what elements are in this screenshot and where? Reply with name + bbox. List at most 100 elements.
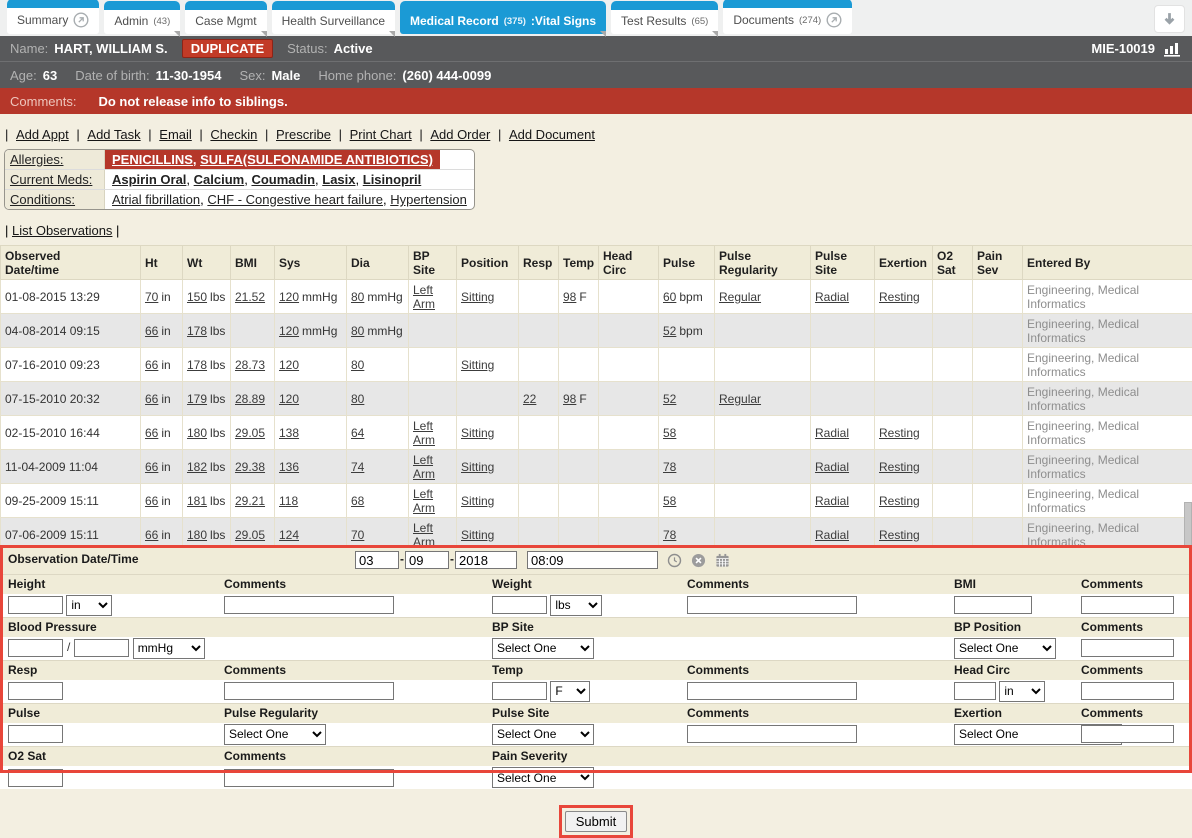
- position-link[interactable]: Sitting: [461, 358, 494, 372]
- temp-link[interactable]: 98: [563, 392, 576, 406]
- date-month-input[interactable]: [355, 551, 399, 569]
- bmi-link[interactable]: 29.05: [235, 528, 265, 542]
- resp-link[interactable]: 22: [523, 392, 536, 406]
- tab-test-results[interactable]: Test Results(65): [611, 1, 718, 34]
- comments-input[interactable]: [687, 682, 857, 700]
- comments-input[interactable]: [224, 682, 394, 700]
- ht-link[interactable]: 70: [145, 290, 158, 304]
- sys-link[interactable]: 120: [279, 324, 299, 338]
- wt-link[interactable]: 180: [187, 528, 207, 542]
- conditions-item[interactable]: Atrial fibrillation: [112, 192, 200, 207]
- dia-link[interactable]: 80: [351, 358, 364, 372]
- wt-link[interactable]: 181: [187, 494, 207, 508]
- wt-link[interactable]: 182: [187, 460, 207, 474]
- current-meds-item[interactable]: Aspirin Oral: [112, 172, 186, 187]
- dia-link[interactable]: 80: [351, 324, 364, 338]
- clock-icon[interactable]: [667, 553, 682, 568]
- exertion-link[interactable]: Resting: [879, 426, 920, 440]
- table-scrollbar[interactable]: [1184, 502, 1192, 547]
- dia-link[interactable]: 64: [351, 426, 364, 440]
- current-meds-item[interactable]: Lasix: [322, 172, 355, 187]
- pulse-link[interactable]: 78: [663, 528, 676, 542]
- height-unit-select[interactable]: in: [66, 595, 112, 616]
- pulse_site-link[interactable]: Radial: [815, 494, 849, 508]
- link-add-document[interactable]: Add Document: [509, 127, 595, 142]
- dia-link[interactable]: 80: [351, 290, 364, 304]
- pulse-link[interactable]: 60: [663, 290, 676, 304]
- bp_site-link[interactable]: Left Arm: [413, 453, 435, 481]
- wt-link[interactable]: 178: [187, 358, 207, 372]
- weight-input[interactable]: [492, 596, 547, 614]
- temp-unit-select[interactable]: F: [550, 681, 590, 702]
- tab-medical-record[interactable]: Medical Record(375):Vital Signs: [400, 1, 606, 34]
- ht-link[interactable]: 66: [145, 460, 158, 474]
- date-year-input[interactable]: [455, 551, 517, 569]
- wt-link[interactable]: 150: [187, 290, 207, 304]
- pulse-input[interactable]: [8, 725, 63, 743]
- position-link[interactable]: Sitting: [461, 426, 494, 440]
- head-circ-unit-select[interactable]: in: [999, 681, 1045, 702]
- pulse-link[interactable]: 58: [663, 426, 676, 440]
- ht-link[interactable]: 66: [145, 392, 158, 406]
- calendar-icon[interactable]: [715, 553, 730, 568]
- clear-icon[interactable]: [691, 553, 706, 568]
- sys-link[interactable]: 120: [279, 392, 299, 406]
- bar-chart-icon[interactable]: [1163, 41, 1182, 57]
- current-meds-item[interactable]: Lisinopril: [363, 172, 422, 187]
- bp_site-link[interactable]: Left Arm: [413, 487, 435, 515]
- o2-sat-input[interactable]: [8, 769, 63, 787]
- comments-input[interactable]: [224, 596, 394, 614]
- position-link[interactable]: Sitting: [461, 460, 494, 474]
- temp-input[interactable]: [492, 682, 547, 700]
- wt-link[interactable]: 179: [187, 392, 207, 406]
- pulse_regularity-link[interactable]: Regular: [719, 290, 761, 304]
- bp_site-link[interactable]: Left Arm: [413, 419, 435, 447]
- link-add-appt[interactable]: Add Appt: [16, 127, 69, 142]
- pulse-link[interactable]: 58: [663, 494, 676, 508]
- pulse_site-link[interactable]: Radial: [815, 460, 849, 474]
- tab-case-mgmt[interactable]: Case Mgmt: [185, 1, 266, 34]
- time-input[interactable]: [527, 551, 658, 569]
- link-add-task[interactable]: Add Task: [87, 127, 140, 142]
- bp_site-link[interactable]: Left Arm: [413, 283, 435, 311]
- exertion-link[interactable]: Resting: [879, 290, 920, 304]
- blood-pressure-unit-select[interactable]: mmHg: [133, 638, 205, 659]
- comments-input[interactable]: [224, 769, 394, 787]
- wt-link[interactable]: 178: [187, 324, 207, 338]
- pulse_site-link[interactable]: Radial: [815, 290, 849, 304]
- bp_site-link[interactable]: Left Arm: [413, 521, 435, 548]
- exertion-link[interactable]: Resting: [879, 460, 920, 474]
- link-prescribe[interactable]: Prescribe: [276, 127, 331, 142]
- ht-link[interactable]: 66: [145, 358, 158, 372]
- allergies-item[interactable]: PENICILLINS: [112, 152, 193, 167]
- pulse-link[interactable]: 52: [663, 392, 676, 406]
- pulse_site-link[interactable]: Radial: [815, 426, 849, 440]
- allergies-item[interactable]: SULFA(SULFONAMIDE ANTIBIOTICS): [200, 152, 433, 167]
- comments-input[interactable]: [1081, 682, 1174, 700]
- date-day-input[interactable]: [405, 551, 449, 569]
- blood-pressure-input[interactable]: [74, 639, 129, 657]
- conditions-label[interactable]: Conditions:: [10, 192, 75, 207]
- pain-severity-select[interactable]: Select One: [492, 767, 594, 788]
- ht-link[interactable]: 66: [145, 494, 158, 508]
- pulse-site-select[interactable]: Select One: [492, 724, 594, 745]
- submit-button[interactable]: Submit: [565, 811, 627, 832]
- resp-input[interactable]: [8, 682, 63, 700]
- exertion-link[interactable]: Resting: [879, 494, 920, 508]
- bmi-link[interactable]: 28.89: [235, 392, 265, 406]
- head-circ-input[interactable]: [954, 682, 996, 700]
- tab-admin[interactable]: Admin(43): [104, 1, 180, 34]
- sys-link[interactable]: 120: [279, 290, 299, 304]
- weight-unit-select[interactable]: lbs: [550, 595, 602, 616]
- dia-link[interactable]: 74: [351, 460, 364, 474]
- sys-link[interactable]: 120: [279, 358, 299, 372]
- pulse-link[interactable]: 78: [663, 460, 676, 474]
- ht-link[interactable]: 66: [145, 426, 158, 440]
- exertion-link[interactable]: Resting: [879, 528, 920, 542]
- pulse_regularity-link[interactable]: Regular: [719, 392, 761, 406]
- dia-link[interactable]: 70: [351, 528, 364, 542]
- current-meds-item[interactable]: Calcium: [194, 172, 245, 187]
- comments-input[interactable]: [1081, 639, 1174, 657]
- link-email[interactable]: Email: [159, 127, 192, 142]
- allergies-label[interactable]: Allergies:: [10, 152, 63, 167]
